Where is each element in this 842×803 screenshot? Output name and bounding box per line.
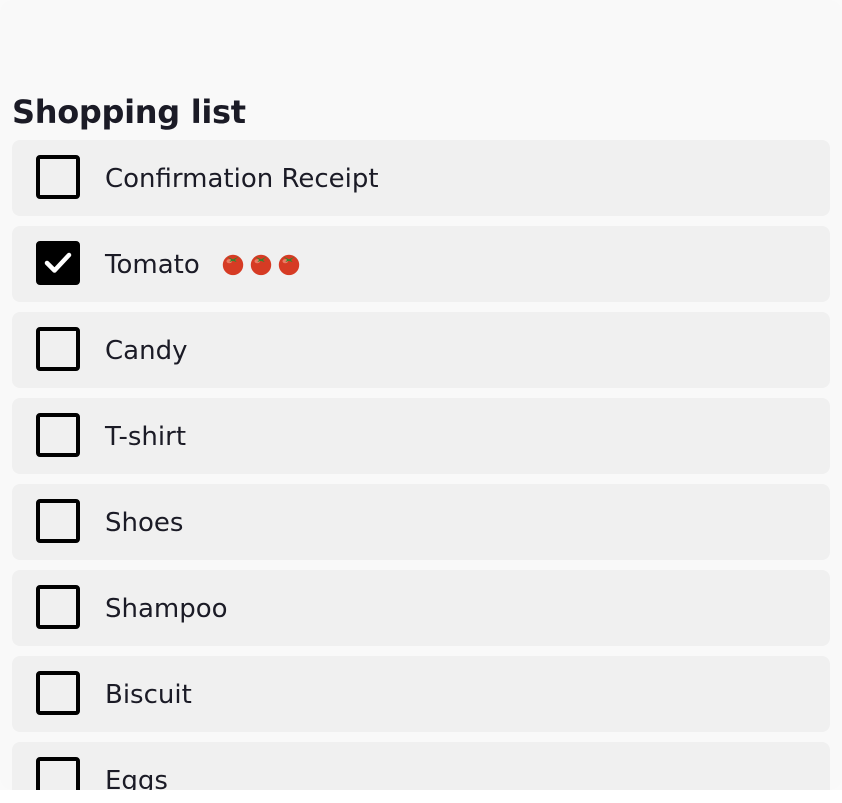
- item-label: Eggs: [105, 766, 168, 790]
- list-item[interactable]: Eggs: [12, 742, 830, 790]
- checkbox[interactable]: [36, 671, 80, 715]
- list-item[interactable]: Confirmation Receipt: [12, 140, 830, 216]
- item-label: Tomato: [105, 248, 304, 282]
- checkbox[interactable]: [36, 155, 80, 199]
- tomato-emoji-group: [220, 251, 304, 277]
- item-label: Biscuit: [105, 680, 192, 710]
- item-label: Confirmation Receipt: [105, 164, 379, 194]
- item-label: Shoes: [105, 508, 184, 538]
- item-label-text: Tomato: [105, 250, 200, 280]
- checkbox[interactable]: [36, 499, 80, 543]
- list-item[interactable]: T-shirt: [12, 398, 830, 474]
- list-item[interactable]: Biscuit: [12, 656, 830, 732]
- checkbox[interactable]: [36, 757, 80, 790]
- page-title: Shopping list: [12, 93, 246, 131]
- checkbox-checked[interactable]: [36, 241, 80, 285]
- app-frame: Shopping list Confirmation Receipt Tomat…: [0, 0, 842, 790]
- tomato-icon: [250, 254, 272, 275]
- bottom-bar: [0, 790, 842, 803]
- item-label: Candy: [105, 336, 188, 366]
- tomato-icon: [222, 254, 244, 275]
- shopping-list: Confirmation Receipt Tomato Candy T-shir…: [12, 140, 830, 790]
- list-item[interactable]: Tomato: [12, 226, 830, 302]
- checkbox[interactable]: [36, 585, 80, 629]
- tomato-icon: [278, 254, 300, 275]
- checkbox[interactable]: [36, 413, 80, 457]
- checkbox[interactable]: [36, 327, 80, 371]
- list-item[interactable]: Shampoo: [12, 570, 830, 646]
- item-label: Shampoo: [105, 594, 228, 624]
- item-label: T-shirt: [105, 422, 187, 452]
- checkmark-icon: [44, 252, 72, 273]
- list-item[interactable]: Shoes: [12, 484, 830, 560]
- list-item[interactable]: Candy: [12, 312, 830, 388]
